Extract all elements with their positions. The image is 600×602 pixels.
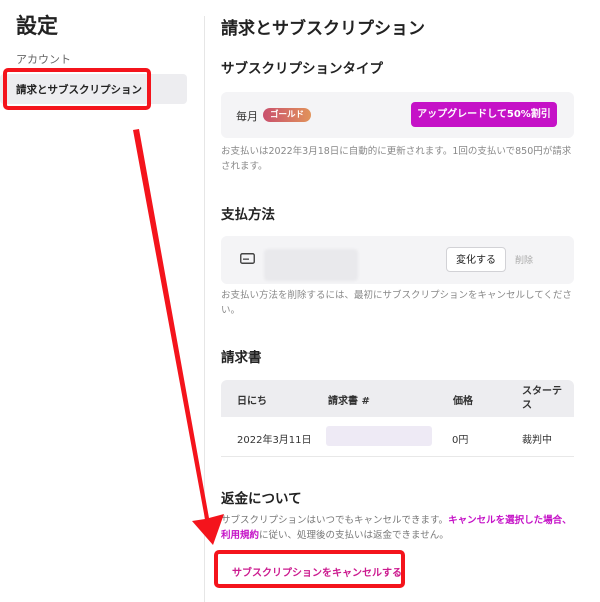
payment-method-heading: 支払方法: [221, 207, 275, 223]
invoice-number-redacted: [326, 426, 432, 446]
upgrade-button[interactable]: アップグレードして50%割引: [411, 102, 557, 127]
highlight-box-billing: [3, 68, 151, 110]
column-header-status: スターテス: [522, 386, 562, 411]
invoice-price: 0円: [452, 435, 469, 446]
row-divider: [221, 456, 574, 457]
credit-card-icon: [240, 253, 255, 264]
card-number-redacted: [264, 249, 358, 281]
invoice-table-header: 日にち 請求書 # 価格 スターテス: [221, 380, 574, 417]
highlight-box-cancel: [214, 550, 405, 588]
refund-policy-text: サブスクリプションはいつでもキャンセルできます。キャンセルを選択した場合、利用規…: [221, 513, 577, 543]
page-title: 請求とサブスクリプション: [221, 19, 425, 39]
invoice-date: 2022年3月11日: [237, 435, 312, 446]
change-payment-button[interactable]: 変化する: [446, 247, 506, 272]
settings-title: 設定: [16, 14, 58, 38]
invoice-status: 裁判中: [522, 435, 552, 446]
subscription-type-heading: サブスクリプションタイプ: [221, 61, 383, 77]
cancel-choice-link[interactable]: キャンセルを選択した場合、: [448, 515, 572, 526]
column-header-date: 日にち: [237, 396, 267, 407]
refund-text-end: に従い、処理後の支払いは返金できません。: [259, 530, 449, 541]
column-header-invoice-number: 請求書 #: [328, 396, 370, 407]
payment-note: お支払い方法を削除するには、最初にサブスクリプションをキャンセルしてください。: [221, 290, 572, 316]
delete-payment-button[interactable]: 削除: [515, 253, 533, 266]
terms-link[interactable]: 利用規約: [221, 530, 259, 541]
column-header-price: 価格: [453, 396, 473, 407]
invoices-heading: 請求書: [221, 350, 262, 366]
renewal-note: お支払いは2022年3月18日に自動的に更新されます。1回の支払いで850円が請…: [221, 146, 572, 172]
plan-period: 毎月: [236, 110, 258, 123]
refund-heading: 返金について: [221, 491, 302, 507]
sidebar-item-account[interactable]: アカウント: [16, 51, 71, 67]
gold-badge: ゴールド: [263, 108, 312, 122]
refund-text-start: サブスクリプションはいつでもキャンセルできます。: [221, 515, 449, 526]
sidebar-divider: [204, 16, 205, 602]
